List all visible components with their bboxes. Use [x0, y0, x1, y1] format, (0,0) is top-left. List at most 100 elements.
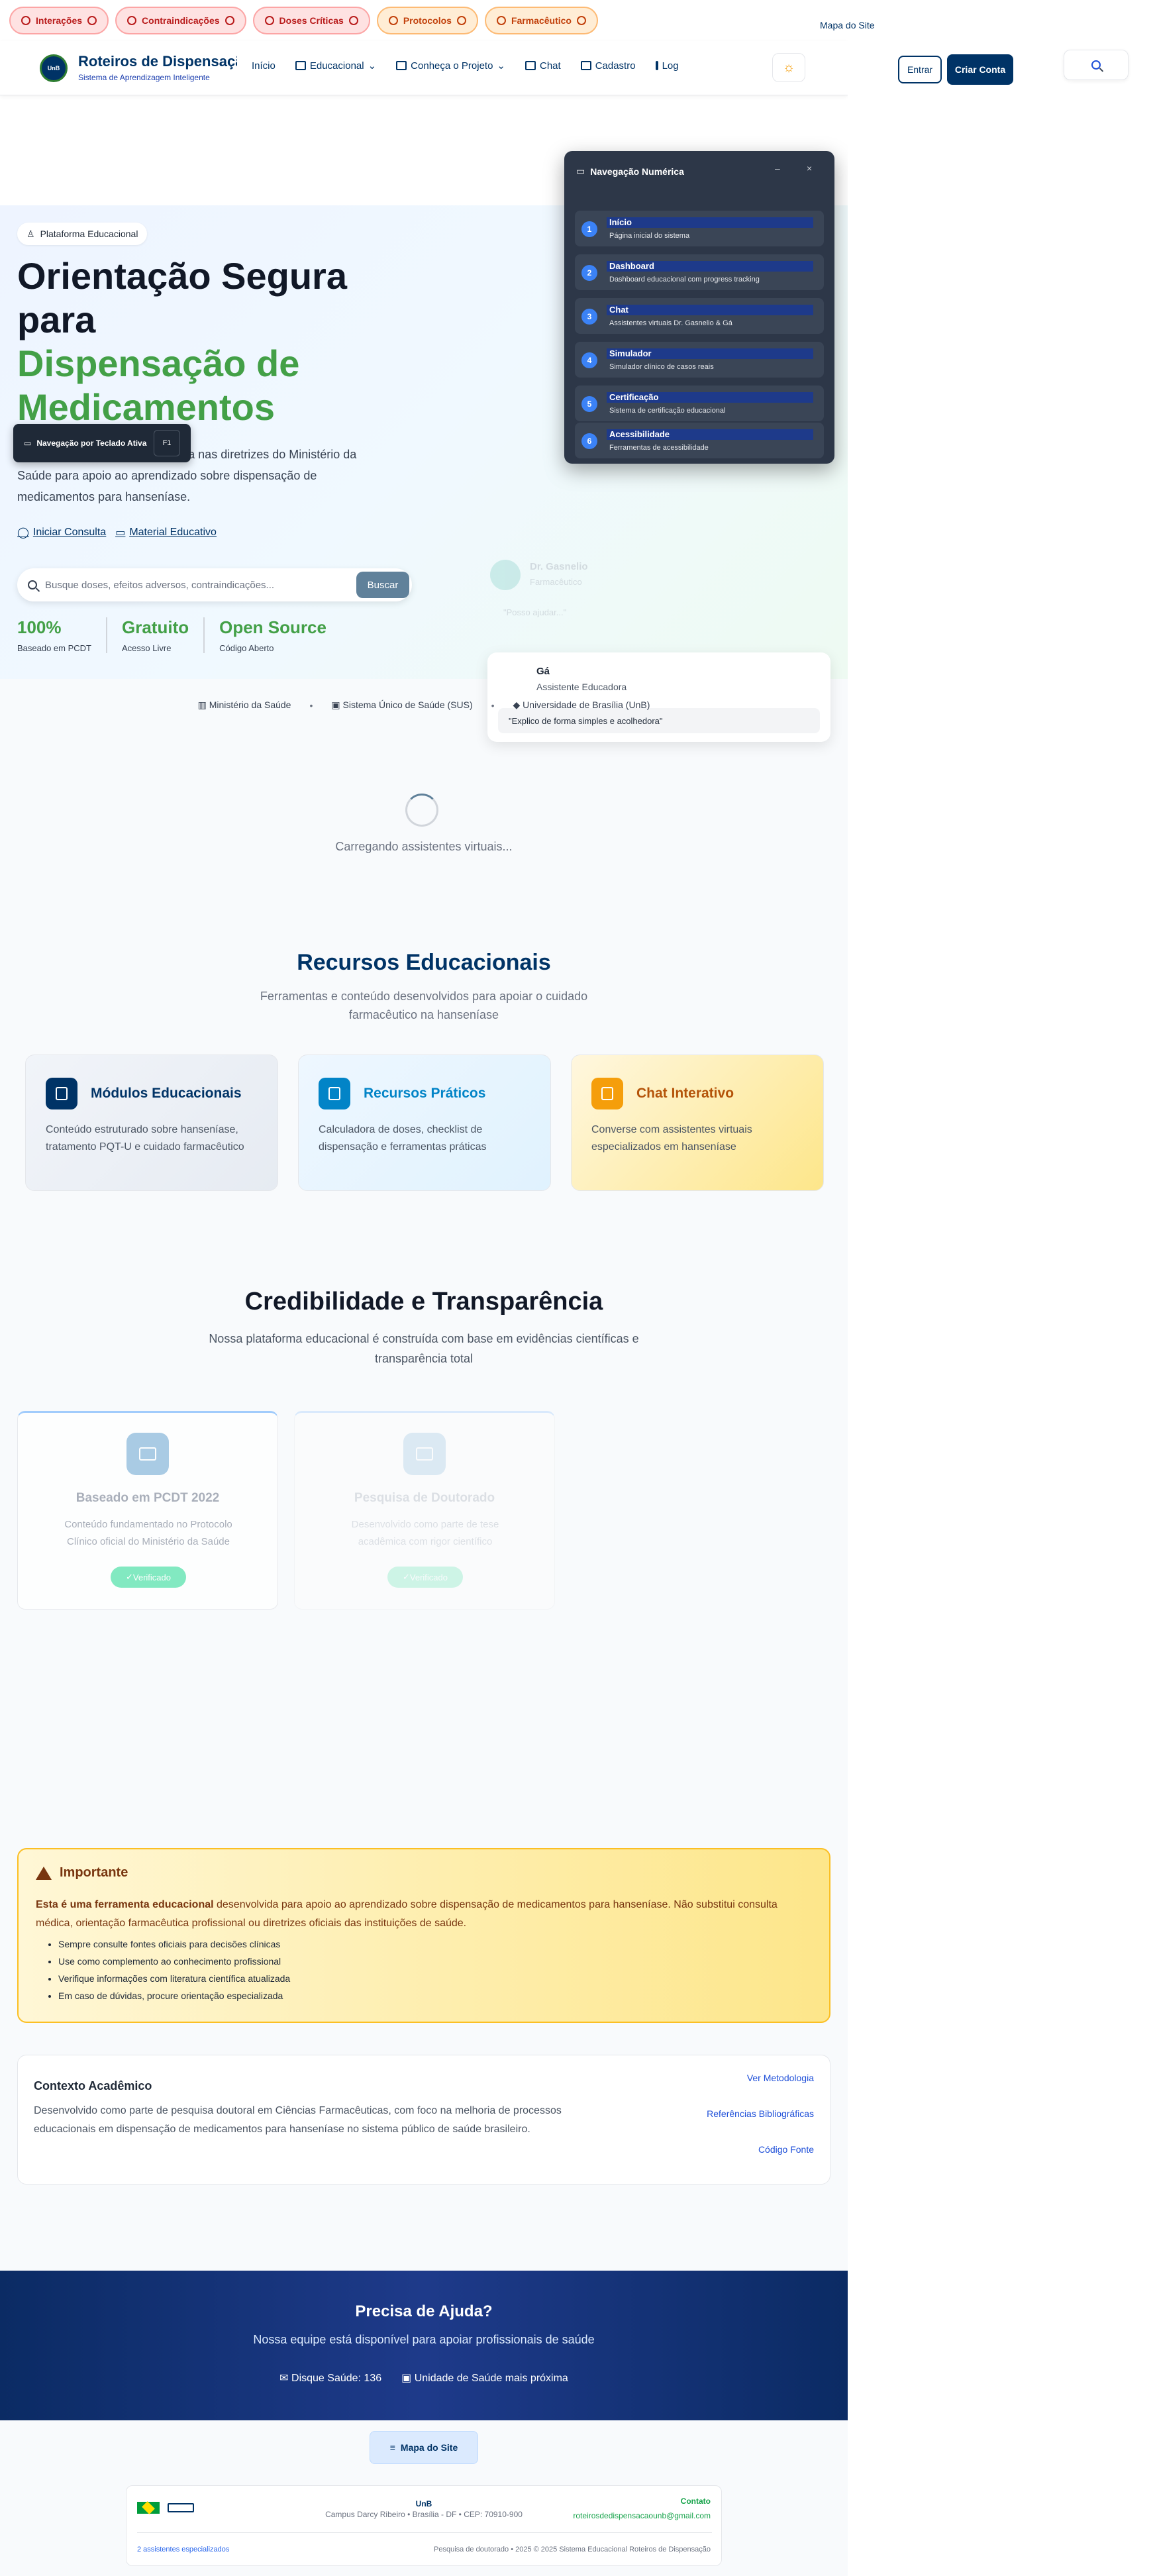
- health-unit-link[interactable]: ▣ Unidade de Saúde mais próxima: [401, 2371, 568, 2385]
- numeric-nav-item[interactable]: 1 Início Página inicial do sistema: [575, 211, 824, 246]
- nav-register[interactable]: Cadastro: [580, 60, 636, 72]
- quick-critical-doses-button[interactable]: Doses Críticas: [252, 7, 370, 34]
- site-subtitle: Sistema de Aprendizagem Inteligente: [78, 73, 210, 82]
- references-link[interactable]: Referências Bibliográficas: [707, 2108, 814, 2119]
- resource-card-practical[interactable]: Recursos Práticos Calculadora de doses, …: [298, 1055, 551, 1191]
- logo[interactable]: UnB: [40, 54, 68, 82]
- book-icon: [396, 61, 407, 70]
- quick-pharmacist-button[interactable]: Farmacêutico: [484, 7, 598, 34]
- credibility-card-pcdt: Baseado em PCDT 2022 Conteúdo fundamenta…: [17, 1411, 278, 1610]
- clipboard-icon: [319, 1078, 350, 1109]
- sitemap-button[interactable]: ≡ Mapa do Site: [370, 2431, 478, 2464]
- building-icon: ▥: [197, 699, 209, 710]
- resources-description: Ferramentas e conteúdo desenvolvidos par…: [260, 990, 588, 1021]
- hospital-icon: ▣: [331, 699, 343, 710]
- list-item: Sempre consulte fontes oficiais para dec…: [58, 1935, 290, 1953]
- platform-badge: ♙ Plataforma Educacional: [17, 223, 148, 245]
- signup-button[interactable]: Criar Conta: [947, 54, 1013, 85]
- assistant-card-faded: Dr. Gasnelio Farmacêutico "Posso ajudar.…: [490, 546, 689, 626]
- hero-stats: 100% Baseado em PCDT Gratuito Acesso Livre…: [17, 617, 356, 653]
- block-icon: [127, 16, 137, 25]
- credibility-title: Credibilidade e Transparência: [244, 1288, 603, 1315]
- academic-title: Contexto Acadêmico: [34, 2079, 152, 2092]
- numeric-nav-header: ▭ Navegação Numérica: [576, 166, 684, 177]
- credibility-card-research: Pesquisa de Doutorado Desenvolvido como …: [294, 1411, 555, 1610]
- source-code-link[interactable]: Código Fonte: [758, 2144, 814, 2155]
- quick-contraindications-button[interactable]: Contraindicações: [115, 7, 246, 34]
- footer-contact-title: Contato: [680, 2497, 711, 2506]
- info-icon: [348, 16, 358, 25]
- resource-card-modules[interactable]: Módulos Educacionais Conteúdo estruturad…: [25, 1055, 278, 1191]
- numeric-navigation-panel: ▭ Navegação Numérica – × 1 Início Página in…: [564, 151, 834, 464]
- search-icon: [1091, 60, 1101, 70]
- site-title[interactable]: Roteiros de Dispensação: [78, 53, 237, 70]
- help-section: Precisa de Ajuda? Nossa equipe está disp…: [0, 2271, 848, 2420]
- stat-item: Open Source Código Aberto: [219, 617, 326, 653]
- search-button[interactable]: [1064, 50, 1129, 80]
- numeric-nav-item[interactable]: 6 Acessibilidade Ferramentas de acessibili…: [575, 423, 824, 458]
- hero-search-input[interactable]: Busque doses, efeitos adversos, contrain…: [45, 580, 274, 591]
- quick-access-bar: Interações Contraindicações Doses Crític…: [0, 0, 848, 41]
- important-title: Importante: [36, 1865, 128, 1880]
- nav-login[interactable]: Login: [655, 60, 678, 72]
- nav-project[interactable]: Conheça o Projeto ⌄: [396, 60, 505, 72]
- start-consult-link[interactable]: ◯ Iniciar Consulta: [17, 526, 106, 539]
- login-button[interactable]: Entrar: [898, 56, 942, 83]
- educational-material-link[interactable]: ▭ Material Educativo: [115, 526, 217, 539]
- institution-ministry: ▥ Ministério da Saúde: [197, 699, 291, 710]
- info-icon: [456, 16, 466, 25]
- numeric-nav-item[interactable]: 5 Certificação Sistema de certificação edu…: [575, 386, 824, 421]
- resource-card-chat[interactable]: Chat Interativo Converse com assistentes…: [571, 1055, 824, 1191]
- loading-text: Carregando assistentes virtuais...: [335, 840, 513, 853]
- minimize-button[interactable]: –: [775, 163, 780, 174]
- institution-sus: ▣ Sistema Único de Saúde (SUS): [331, 699, 473, 710]
- nav-home[interactable]: Início: [252, 60, 276, 72]
- health-hotline-link[interactable]: ✉ Disque Saúde: 136: [279, 2371, 381, 2385]
- assistant-card[interactable]: Gá Assistente Educadora "Explico de form…: [487, 652, 830, 742]
- chat-icon: ◯: [17, 527, 29, 539]
- hero-title: Orientação Segura para Dispensação de Me…: [17, 255, 347, 428]
- methodology-link[interactable]: Ver Metodologia: [747, 2073, 814, 2083]
- book-icon: [46, 1078, 77, 1109]
- credibility-description: Nossa plataforma educacional é construíd…: [209, 1332, 639, 1365]
- sun-icon: ☼: [782, 60, 795, 75]
- close-button[interactable]: ×: [807, 163, 812, 174]
- numeric-nav-item[interactable]: 2 Dashboard Dashboard educacional com prog…: [575, 254, 824, 290]
- chevron-down-icon: ⌄: [497, 60, 505, 72]
- sitemap-link[interactable]: Mapa do Site: [820, 20, 875, 30]
- info-icon: [225, 16, 234, 25]
- help-description: Nossa equipe está disponível para apoiar…: [253, 2333, 595, 2346]
- search-submit-button[interactable]: Buscar: [356, 572, 409, 598]
- help-contacts: ✉ Disque Saúde: 136 ▣ Unidade de Saúde m…: [0, 2371, 848, 2385]
- info-icon: [576, 16, 586, 25]
- phone-icon: [496, 16, 506, 25]
- academic-text: Desenvolvido como parte de pesquisa dout…: [34, 2105, 562, 2135]
- check-icon: ✓: [403, 1572, 410, 1582]
- theme-toggle-button[interactable]: ☼: [772, 53, 805, 82]
- avatar: [490, 560, 521, 590]
- academic-context: Contexto Acadêmico Desenvolvido como par…: [17, 2055, 830, 2185]
- footer-assistants[interactable]: 2 assistentes especializados: [137, 2546, 229, 2553]
- quick-interactions-button[interactable]: Interações: [9, 7, 109, 34]
- keyboard-icon: ▭: [24, 438, 32, 448]
- stat-item: 100% Baseado em PCDT: [17, 617, 107, 653]
- verified-badge: ✓ Verificado: [111, 1567, 186, 1588]
- graduation-cap-icon: ◆: [513, 699, 523, 710]
- quick-protocols-button[interactable]: Protocolos: [376, 7, 478, 34]
- chat-icon: [591, 1078, 623, 1109]
- institution-unb: ◆ Universidade de Brasília (UnB): [513, 699, 650, 710]
- chevron-down-icon: ⌄: [368, 60, 377, 72]
- keyboard-navigation-tip: ▭ Navegação por Teclado Ativa F1: [13, 424, 191, 462]
- numeric-nav-item[interactable]: 3 Chat Assistentes virtuais Dr. Gasnelio &…: [575, 298, 824, 334]
- f1-key[interactable]: F1: [154, 430, 180, 456]
- page: Interações Contraindicações Doses Crític…: [0, 0, 848, 2576]
- stat-item: Gratuito Acesso Livre: [122, 617, 205, 653]
- nav-chat[interactable]: Chat: [525, 60, 561, 72]
- book-icon: [655, 61, 658, 70]
- nav-educational[interactable]: Educacional ⌄: [295, 60, 376, 72]
- numeric-nav-item[interactable]: 4 Simulador Simulador clínico de casos rea…: [575, 342, 824, 378]
- search-icon: [28, 580, 37, 590]
- footer-email-link[interactable]: roteirosdedispensacaounb@gmail.com: [573, 2511, 711, 2520]
- hero-search-bar: Busque doses, efeitos adversos, contrain…: [17, 568, 412, 601]
- footer-copyright: Pesquisa de doutorado • 2025 © 2025 Sist…: [434, 2546, 711, 2553]
